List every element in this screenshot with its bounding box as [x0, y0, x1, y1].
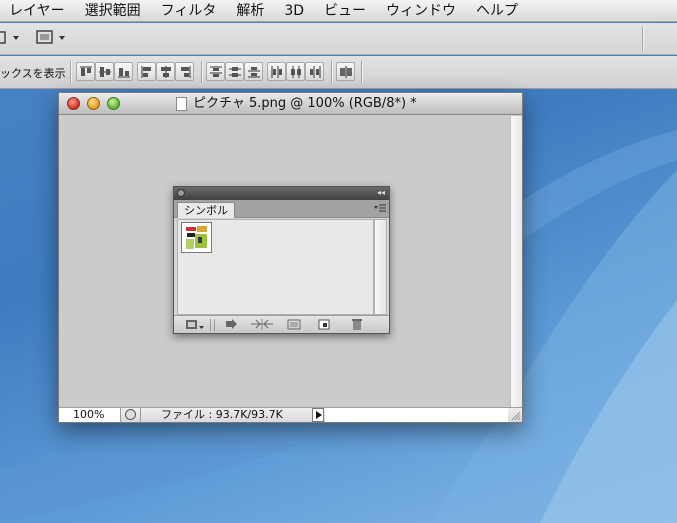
- symbol-panel: ◂◂ シンボル: [173, 186, 390, 334]
- place-symbol-instance-icon[interactable]: [224, 318, 240, 331]
- align-top-edges-button[interactable]: [76, 62, 95, 81]
- document-title: ピクチャ 5.png @ 100% (RGB/8*) *: [193, 96, 417, 111]
- menu-3d[interactable]: 3D: [274, 0, 314, 22]
- horizontal-scrollbar[interactable]: [325, 408, 508, 422]
- minimize-window-button[interactable]: [87, 97, 100, 110]
- menu-layer[interactable]: レイヤー: [0, 0, 75, 22]
- menu-select[interactable]: 選択範囲: [75, 0, 151, 22]
- collapse-icon[interactable]: ◂◂: [377, 188, 385, 198]
- delete-symbol-trash-icon[interactable]: [350, 318, 364, 331]
- arrange-documents-dropdown[interactable]: [0, 30, 22, 46]
- menu-bar: レイヤー 選択範囲 フィルタ 解析 3D ビュー ウィンドウ ヘルプ: [0, 0, 677, 22]
- application-bar: [0, 23, 677, 55]
- panel-close-button[interactable]: [177, 189, 185, 197]
- distribute-bottom-edges-button[interactable]: [244, 62, 263, 81]
- separator: [642, 27, 643, 51]
- separator: [140, 408, 141, 422]
- symbol-library-icon[interactable]: [184, 318, 206, 331]
- menu-view[interactable]: ビュー: [314, 0, 376, 22]
- clock-icon: [125, 409, 136, 420]
- distribute-right-edges-button[interactable]: [305, 62, 324, 81]
- separator: [201, 61, 202, 83]
- menu-filter[interactable]: フィルタ: [151, 0, 227, 22]
- new-symbol-icon[interactable]: [317, 318, 331, 331]
- separator: [210, 319, 211, 331]
- distribute-top-edges-button[interactable]: [206, 62, 225, 81]
- align-vertical-centers-button[interactable]: [95, 62, 114, 81]
- separator: [70, 61, 71, 83]
- panel-bottom-toolbar: [174, 315, 389, 333]
- menu-analysis[interactable]: 解析: [226, 0, 274, 22]
- close-window-button[interactable]: [67, 97, 80, 110]
- symbol-list[interactable]: [177, 219, 374, 315]
- show-transform-controls-label: ックスを表示: [0, 67, 66, 80]
- tab-symbols[interactable]: シンボル: [177, 202, 235, 218]
- panel-scrollbar[interactable]: [374, 219, 387, 315]
- separator: [361, 61, 362, 83]
- align-left-edges-button[interactable]: [137, 62, 156, 81]
- align-right-edges-button[interactable]: [175, 62, 194, 81]
- align-horizontal-centers-button[interactable]: [156, 62, 175, 81]
- distribute-left-edges-button[interactable]: [267, 62, 286, 81]
- document-file-icon: [176, 97, 187, 111]
- zoom-level-field[interactable]: 100%: [59, 408, 121, 422]
- menu-help[interactable]: ヘルプ: [466, 0, 528, 22]
- align-bottom-edges-button[interactable]: [114, 62, 133, 81]
- symbol-options-icon[interactable]: [286, 318, 302, 331]
- separator: [214, 319, 215, 331]
- status-bar: 100% ファイル : 93.7K/93.7K: [59, 407, 522, 422]
- screen-mode-dropdown[interactable]: [35, 29, 69, 47]
- file-size-info: ファイル : 93.7K/93.7K: [161, 408, 283, 421]
- symbol-thumbnail[interactable]: [181, 222, 212, 253]
- document-title-bar[interactable]: ピクチャ 5.png @ 100% (RGB/8*) *: [59, 93, 522, 115]
- resize-grip-icon[interactable]: [510, 410, 521, 421]
- panel-tab-row: シンボル: [174, 200, 389, 218]
- status-menu-arrow-icon[interactable]: [312, 408, 324, 422]
- distribute-horizontal-centers-button[interactable]: [286, 62, 305, 81]
- menu-window[interactable]: ウィンドウ: [376, 0, 466, 22]
- vertical-scrollbar[interactable]: [510, 116, 522, 408]
- break-link-to-symbol-icon[interactable]: [250, 318, 274, 331]
- distribute-vertical-centers-button[interactable]: [225, 62, 244, 81]
- panel-menu-icon[interactable]: [374, 203, 386, 213]
- panel-title-bar[interactable]: ◂◂: [174, 187, 389, 200]
- auto-align-layers-button[interactable]: [336, 62, 355, 81]
- zoom-window-button[interactable]: [107, 97, 120, 110]
- separator: [331, 61, 332, 83]
